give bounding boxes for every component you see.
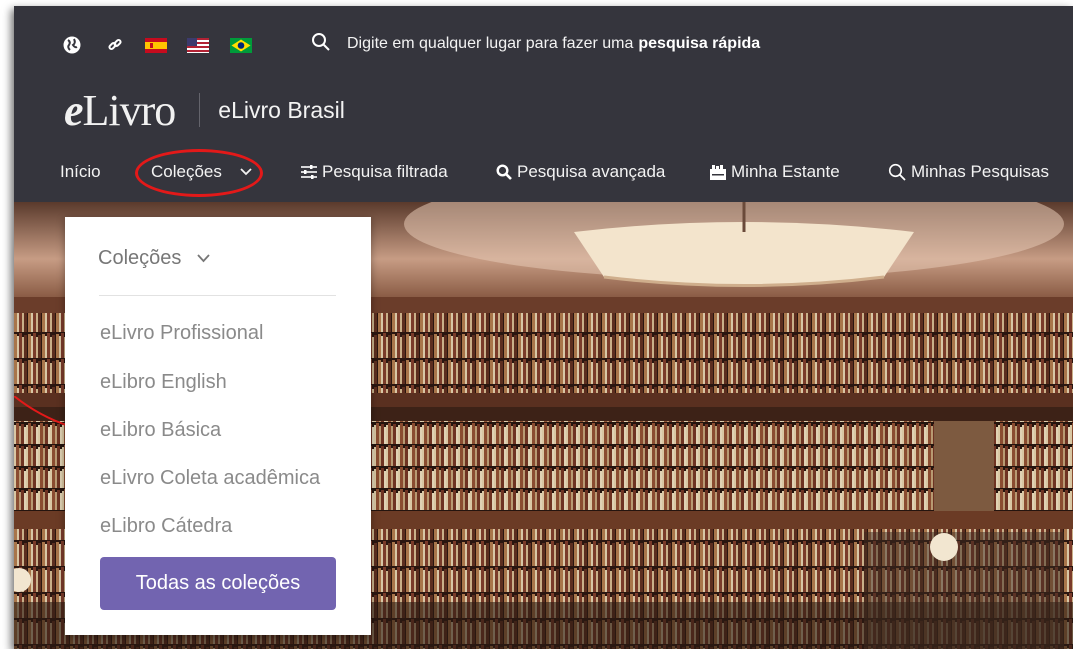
search-hint-bold: pesquisa rápida	[638, 35, 761, 52]
bookshelf-icon	[710, 164, 731, 180]
collection-item[interactable]: eLibro Cátedra	[100, 515, 232, 538]
brazil-flag[interactable]	[230, 38, 252, 53]
collection-item[interactable]: eLibro Básica	[100, 419, 221, 442]
chevron-down-icon	[181, 254, 211, 263]
usa-flag[interactable]	[187, 38, 209, 53]
brand: eLivro eLivro Brasil	[64, 84, 345, 136]
nav-item-pesquisa-filtrada[interactable]: Pesquisa filtrada	[301, 162, 448, 182]
browser-window: Digite em qualquer lugar para fazer uma …	[14, 6, 1073, 649]
link-icon[interactable]	[104, 34, 126, 56]
nav-item-inicio[interactable]: Início	[60, 162, 101, 182]
collections-dropdown: Coleções eLivro Profissional eLibro Engl…	[65, 217, 371, 635]
search-icon	[311, 32, 331, 57]
quick-search[interactable]: Digite em qualquer lugar para fazer uma …	[311, 32, 760, 56]
dropdown-header[interactable]: Coleções	[98, 247, 211, 270]
search-hint: Digite em qualquer lugar para fazer uma	[347, 35, 634, 52]
globe-icon[interactable]	[61, 34, 83, 56]
nav-item-pesquisa-avancada[interactable]: Pesquisa avançada	[496, 162, 665, 182]
site-name: eLivro Brasil	[218, 96, 345, 123]
collection-item[interactable]: eLibro English	[100, 371, 227, 394]
nav-item-minhas-pesquisas[interactable]: Minhas Pesquisas	[888, 162, 1049, 182]
sliders-icon	[301, 165, 322, 179]
nav-item-minha-estante[interactable]: Minha Estante	[710, 162, 840, 182]
logo[interactable]: eLivro	[64, 85, 176, 136]
highlight-circle	[135, 149, 263, 197]
collection-item[interactable]: eLivro Coleta acadêmica	[100, 467, 320, 490]
top-bar: Digite em qualquer lugar para fazer uma …	[14, 6, 1073, 76]
search-icon	[496, 164, 517, 180]
dropdown-divider	[99, 295, 336, 296]
collection-item[interactable]: eLivro Profissional	[100, 322, 263, 345]
search-icon	[888, 163, 911, 181]
spain-flag[interactable]	[145, 38, 167, 53]
brand-divider	[199, 93, 201, 127]
all-collections-button[interactable]: Todas as coleções	[100, 557, 336, 610]
